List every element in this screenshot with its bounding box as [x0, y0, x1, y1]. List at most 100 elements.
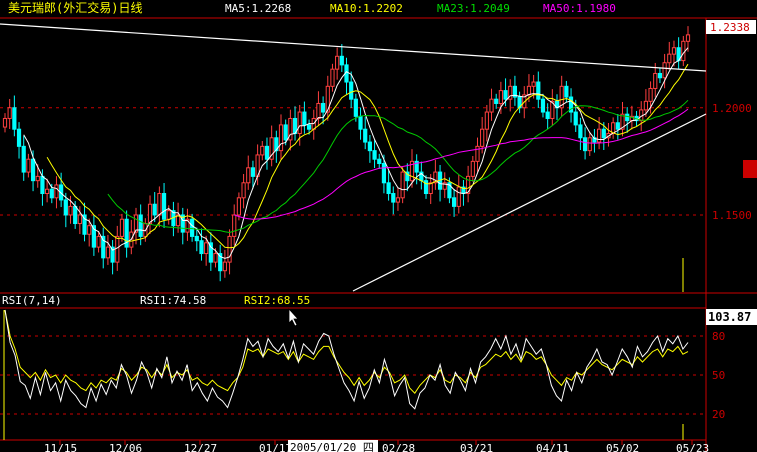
- ma50-label: MA50:1.1980: [543, 2, 616, 15]
- candle-body: [381, 163, 387, 184]
- rsi-current-label: 103.87: [708, 310, 751, 324]
- candle-body: [147, 203, 153, 225]
- candle-body: [564, 85, 569, 98]
- candle-body: [657, 72, 663, 79]
- candle-body: [456, 186, 461, 207]
- candle-body: [685, 34, 691, 42]
- candle-body: [157, 193, 162, 216]
- rsi-label-20: 20: [712, 408, 725, 421]
- candle-body: [353, 98, 358, 117]
- candle-body: [582, 137, 588, 152]
- candle-body: [152, 203, 157, 216]
- date-tick-label: 12/06: [109, 442, 142, 452]
- resistance-trendline: [0, 23, 707, 72]
- candle-body: [236, 197, 242, 216]
- chart-title: 美元瑞郎(外汇交易)日线: [8, 0, 142, 15]
- candle-body: [545, 111, 550, 119]
- candle-body: [250, 167, 256, 177]
- candle-body: [536, 81, 541, 100]
- candle-body: [615, 122, 620, 130]
- ma5-label: MA5:1.2268: [225, 2, 291, 15]
- candle-body: [489, 98, 494, 113]
- candle-body: [363, 128, 368, 143]
- candle-body: [138, 214, 143, 237]
- candle-body: [540, 98, 546, 113]
- candle-body: [302, 111, 307, 126]
- date-tick-label: 04/11: [536, 442, 569, 452]
- candle-body: [241, 182, 246, 199]
- candle-body: [498, 90, 503, 104]
- candle-body: [12, 107, 17, 130]
- candle-body: [531, 81, 536, 87]
- candle-body: [283, 124, 288, 141]
- candle-body: [260, 145, 265, 156]
- candle-body: [391, 193, 396, 203]
- candle-body: [601, 128, 606, 139]
- rsi1-line: [4, 309, 689, 410]
- candle-body: [213, 253, 218, 263]
- candle-body: [316, 102, 321, 119]
- date-tick-label: 01/17: [259, 442, 292, 452]
- candle-body: [662, 62, 667, 79]
- candle-body: [358, 115, 363, 130]
- chart-window: 美元瑞郎(外汇交易)日线 MA5:1.2268 MA10:1.2202 MA23…: [0, 0, 757, 452]
- support-trendline: [352, 113, 707, 292]
- candle-body: [96, 235, 101, 248]
- ma10-label: MA10:1.2202: [330, 2, 403, 15]
- candle-body: [40, 175, 45, 195]
- candle-body: [194, 235, 199, 242]
- price-label-1-1500: 1.1500: [712, 209, 752, 222]
- candle-body: [372, 150, 377, 160]
- candle-body: [587, 137, 592, 152]
- candle-body: [204, 242, 209, 255]
- candle-body: [306, 124, 312, 130]
- candle-body: [87, 225, 92, 235]
- candle-body: [671, 47, 677, 55]
- candle-body: [119, 218, 125, 237]
- candle-body: [190, 218, 195, 237]
- rsi2-label: RSI2:68.55: [244, 294, 310, 307]
- candle-body: [7, 107, 12, 119]
- candle-body: [653, 72, 658, 89]
- candle-body: [105, 246, 111, 259]
- candle-body: [227, 235, 232, 263]
- candle-body: [166, 210, 171, 220]
- candle-body: [16, 128, 22, 147]
- date-tick-label: 05/02: [606, 442, 639, 452]
- ma10-line: [46, 63, 689, 249]
- ma23-label: MA23:1.2049: [437, 2, 510, 15]
- candle-body: [573, 111, 578, 126]
- candle-body: [484, 111, 489, 130]
- rsi-title: RSI(7,14): [2, 294, 62, 307]
- candle-body: [26, 158, 31, 173]
- candle-body: [451, 197, 457, 207]
- candle-body: [232, 214, 237, 237]
- candle-body: [503, 90, 508, 100]
- cursor-date-label: 2005/01/20 四: [290, 441, 374, 452]
- candle-body: [68, 205, 73, 216]
- candle-body: [667, 53, 672, 64]
- candle-body: [45, 188, 50, 195]
- date-tick-label: 12/27: [184, 442, 217, 452]
- candle-body: [377, 158, 382, 165]
- scroll-marker[interactable]: [743, 160, 757, 178]
- candle-body: [597, 128, 602, 143]
- candle-body: [222, 261, 227, 272]
- candle-body: [63, 199, 68, 216]
- candle-body: [115, 235, 120, 263]
- candle-body: [278, 124, 284, 152]
- candle-body: [494, 98, 499, 104]
- candle-body: [35, 175, 40, 182]
- candle-body: [367, 141, 372, 152]
- candle-body: [264, 145, 270, 160]
- candle-body: [161, 193, 167, 220]
- candle-body: [648, 87, 653, 102]
- rsi2-line: [4, 309, 689, 394]
- candle-body: [30, 158, 36, 182]
- candle-body: [21, 145, 26, 173]
- candle-body: [681, 40, 686, 62]
- candle-body: [578, 124, 583, 139]
- candle-body: [643, 100, 648, 111]
- candle-body: [199, 240, 204, 255]
- candle-body: [49, 188, 54, 199]
